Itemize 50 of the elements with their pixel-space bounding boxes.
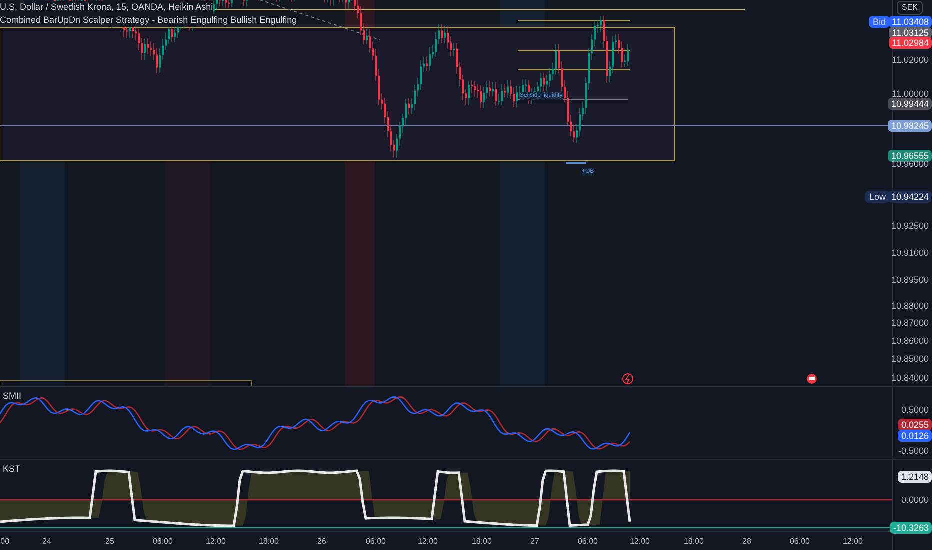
price-label: 0.5000: [901, 404, 930, 416]
price-badge: 10.99444: [888, 98, 932, 110]
time-label: 18:00: [258, 536, 280, 548]
price-label: 10.84000: [891, 372, 930, 384]
price-label: 10.85000: [891, 353, 930, 365]
price-label: 11.00000: [892, 88, 930, 100]
price-badge: 11.02984: [889, 37, 932, 49]
time-label: :00: [0, 536, 10, 548]
price-badge: 11.03408: [889, 16, 932, 28]
price-label: 10.91000: [891, 247, 930, 259]
price-tag: Low: [865, 191, 890, 203]
price-tag: Bid: [868, 16, 890, 28]
price-badge: 10.94224: [888, 191, 932, 203]
time-label: 12:00: [630, 536, 650, 548]
price-badge: 0.0126: [898, 430, 932, 442]
time-label: 12:00: [418, 536, 438, 548]
price-badge: 10.98245: [888, 120, 932, 132]
symbol-title: U.S. Dollar / Swedish Krona, 15, OANDA, Heikin Ashi: [0, 1, 214, 14]
level-line: [566, 162, 586, 164]
price-label: 10.87000: [891, 317, 930, 329]
price-label: 10.92500: [891, 220, 930, 232]
price-label: -0.5000: [898, 445, 930, 457]
time-label: 27: [530, 536, 540, 548]
price-label: 10.89500: [891, 274, 930, 286]
pane-title: KST: [3, 463, 21, 476]
price-label: 10.96000: [891, 159, 930, 170]
time-label: 12:00: [842, 536, 864, 548]
lightning-icon[interactable]: [622, 374, 634, 384]
price-badge: 0.0255: [898, 419, 932, 431]
time-label: 18:00: [684, 536, 704, 548]
price-label: 10.88000: [891, 300, 930, 312]
strategy-title: Combined BarUpDn Scalper Strategy - Bearish Engulfing Bullish Engulfing: [0, 14, 298, 27]
time-label: 26: [318, 536, 326, 548]
time-label: 28: [742, 536, 752, 548]
price-badge: 10.96555: [888, 150, 932, 162]
price-label: 11.02000: [892, 54, 930, 66]
time-label: 18:00: [472, 536, 492, 548]
time-label: 24: [42, 536, 52, 548]
time-label: 06:00: [366, 536, 386, 548]
price-badge: 1.2148: [898, 471, 932, 483]
time-label: 25: [106, 536, 114, 548]
price-label: 0.0000: [901, 494, 930, 506]
time-label: 06:00: [152, 536, 174, 548]
time-label: 12:00: [206, 536, 226, 548]
price-badge: -10.3263: [890, 522, 932, 534]
pane-title: SMII: [3, 390, 22, 403]
time-label: 06:00: [790, 536, 810, 548]
price-label: 10.86000: [891, 335, 930, 347]
currency-button[interactable]: SEK: [897, 1, 924, 15]
time-label: 06:00: [578, 536, 598, 548]
